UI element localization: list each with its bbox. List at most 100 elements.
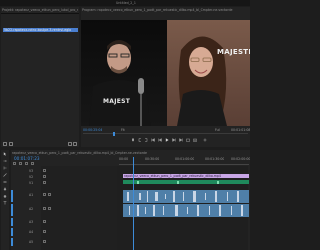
mute-icon[interactable] — [43, 240, 46, 243]
linked-selection-icon[interactable] — [19, 162, 22, 165]
trash-icon[interactable] — [73, 142, 77, 146]
audio-waveform — [175, 205, 178, 216]
solo-icon[interactable] — [48, 193, 51, 196]
button-editor-icon[interactable] — [203, 138, 207, 142]
ripple-edit-icon[interactable] — [3, 166, 7, 170]
audio-waveform — [163, 206, 164, 215]
ruler-label: 00:01:00:00 — [175, 157, 195, 161]
selection-tool-icon[interactable] — [3, 152, 7, 156]
add-marker-icon[interactable] — [131, 138, 135, 142]
program-timecode-duration: 00:01:01:08 — [231, 128, 251, 132]
audio-waveform — [139, 193, 141, 200]
list-view-icon[interactable] — [3, 142, 7, 146]
track-name: A3 — [29, 220, 34, 224]
source-panel: Projekt: rapotecz_veeco_etkun_pero_lukol… — [1, 7, 79, 147]
timeline-playhead[interactable] — [133, 157, 134, 250]
audio-waveform — [145, 207, 146, 214]
new-item-icon[interactable] — [68, 142, 72, 146]
track-toggles — [41, 166, 117, 250]
track-name: A5 — [29, 240, 34, 244]
left-video-feed: MAJEST — [81, 20, 167, 126]
track-header-a3[interactable]: A3 — [11, 218, 43, 226]
track-name: V1 — [29, 180, 34, 185]
toggle-output-icon[interactable] — [43, 169, 46, 172]
razor-tool-icon[interactable] — [3, 173, 7, 177]
audio-waveform — [137, 205, 139, 216]
track-headers: V3 V2 V1 A1 A2 A3 A4 A5 — [11, 166, 41, 250]
right-speaker-image — [177, 36, 227, 126]
video-frame: MAJEST MAJESTI — [81, 20, 250, 126]
icon-view-icon[interactable] — [9, 142, 13, 146]
transport-controls — [131, 138, 211, 143]
go-to-in-icon[interactable] — [151, 138, 155, 142]
lift-icon[interactable] — [186, 138, 190, 142]
step-back-icon[interactable] — [158, 138, 162, 142]
track-name: A1 — [29, 193, 34, 197]
audio-clip-a1[interactable] — [123, 190, 249, 203]
left-shirt-text: MAJEST — [103, 98, 131, 105]
timeline-settings-icon[interactable] — [31, 162, 34, 165]
toggle-output-icon[interactable] — [43, 175, 46, 178]
track-name: A2 — [29, 207, 34, 211]
track-header-v2[interactable]: V2 — [11, 174, 41, 179]
source-panel-tab[interactable]: Projekt: rapotecz_veeco_etkun_pero_lukol… — [2, 8, 78, 12]
program-playhead[interactable] — [113, 131, 115, 136]
audio-waveform — [237, 191, 239, 202]
hand-tool-icon[interactable] — [3, 194, 7, 198]
zoom-fit-dropdown[interactable]: Fit — [121, 128, 125, 132]
step-forward-icon[interactable] — [172, 138, 176, 142]
play-icon[interactable] — [165, 138, 169, 142]
audio-waveform — [227, 192, 228, 201]
slip-tool-icon[interactable] — [3, 180, 7, 184]
audio-waveform — [165, 194, 166, 199]
mute-icon[interactable] — [43, 220, 46, 223]
type-tool-icon[interactable] — [3, 201, 7, 205]
mute-icon[interactable] — [43, 207, 46, 210]
audio-waveform — [231, 206, 232, 215]
audio-waveform — [187, 207, 188, 214]
video-clip-label[interactable]: rapotecz_veeco_etkun_pero_1_podt_par_rek… — [123, 174, 249, 178]
audio-waveform — [153, 205, 155, 216]
track-name: V3 — [29, 168, 34, 173]
mute-icon[interactable] — [43, 230, 46, 233]
left-panel-toolbar — [2, 142, 78, 146]
snap-icon[interactable] — [13, 162, 16, 165]
audio-waveform — [209, 206, 210, 215]
window-title: Untitled_2_1 — [116, 1, 136, 5]
mark-out-icon[interactable] — [144, 138, 148, 142]
go-to-out-icon[interactable] — [179, 138, 183, 142]
mute-icon[interactable] — [43, 193, 46, 196]
audio-waveform — [155, 192, 158, 201]
program-monitor-tab[interactable]: Program: rapotecz_veeco_etkun_pero_1_pod… — [82, 8, 248, 12]
video-clip[interactable] — [123, 180, 249, 184]
track-header-a2[interactable]: A2 — [11, 204, 43, 216]
timeline-timecode[interactable]: 00:01:07:23 — [14, 156, 40, 161]
add-marker-timeline-icon[interactable] — [25, 162, 28, 165]
track-header-a5[interactable]: A5 — [11, 238, 43, 246]
track-header-a4[interactable]: A4 — [11, 228, 43, 236]
audio-clip-a2[interactable] — [123, 204, 249, 217]
source-selected-item[interactable]: 5b22-rapotecz-rotnc-koulpe-3-rentrvl-egl… — [3, 28, 78, 32]
track-name: V2 — [29, 174, 34, 179]
solo-icon[interactable] — [48, 207, 51, 210]
track-header-a1[interactable]: A1 — [11, 190, 43, 202]
export-frame-icon[interactable] — [193, 138, 197, 142]
toggle-output-icon[interactable] — [43, 181, 46, 184]
video-clip-marker — [217, 180, 219, 184]
timeline-ruler[interactable]: 00:00 00:30:00 00:01:00:00 00:01:30:00 0… — [119, 157, 251, 165]
timeline-tab[interactable]: rapotecz_veeco_etkun_pero_1_podt_par_rek… — [12, 151, 212, 155]
pen-tool-icon[interactable] — [3, 187, 7, 191]
program-scrubber[interactable] — [83, 131, 248, 136]
ruler-label: 00:01:30:00 — [205, 157, 225, 161]
track-header-v3[interactable]: V3 — [11, 168, 41, 173]
right-shirt-text: MAJESTI — [217, 48, 250, 56]
timeline-clip-area[interactable]: rapotecz_veeco_etkun_pero_1_podt_par_rek… — [117, 157, 249, 250]
playback-quality-dropdown[interactable]: Full — [215, 128, 220, 132]
ruler-label: 00:02:00:00 — [231, 157, 251, 161]
track-header-v1[interactable]: V1 — [11, 180, 41, 185]
mark-in-icon[interactable] — [138, 138, 142, 142]
audio-waveform — [129, 206, 130, 215]
program-timecode-current[interactable]: 00:00:25:04 — [83, 128, 102, 132]
track-select-icon[interactable] — [3, 159, 7, 163]
ruler-label: 00:30:00 — [145, 157, 160, 161]
